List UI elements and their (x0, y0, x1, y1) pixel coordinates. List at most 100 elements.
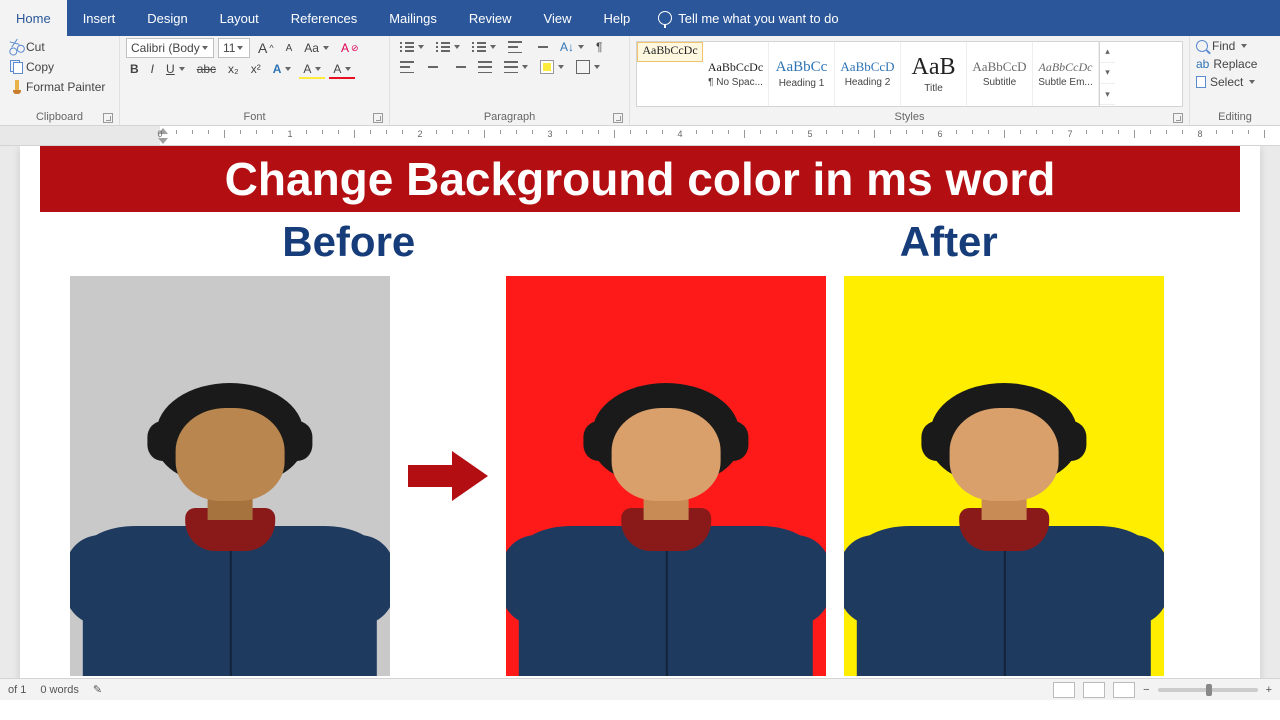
style-normal[interactable]: AaBbCcDc¶ Normal (637, 42, 703, 62)
format-painter-button[interactable]: Format Painter (6, 78, 113, 96)
italic-button[interactable]: I (147, 60, 158, 78)
style-heading1[interactable]: AaBbCcHeading 1 (769, 42, 835, 106)
tab-review[interactable]: Review (453, 0, 528, 36)
change-case-button[interactable]: Aa (300, 39, 333, 57)
font-size-select[interactable]: 11 (218, 38, 250, 58)
font-dialog-launcher[interactable] (373, 113, 383, 123)
cursor-icon (1196, 76, 1206, 88)
tab-home[interactable]: Home (0, 0, 67, 36)
page-indicator[interactable]: of 1 (8, 684, 26, 696)
group-editing: Find abReplace Select Editing (1190, 36, 1280, 125)
borders-button[interactable] (572, 58, 604, 76)
bullets-button[interactable] (396, 39, 428, 55)
increase-indent-button[interactable] (530, 39, 552, 55)
clear-formatting-button[interactable]: A⊘ (337, 39, 363, 57)
paragraph-dialog-launcher[interactable] (613, 113, 623, 123)
word-count[interactable]: 0 words (40, 684, 79, 696)
styles-gallery-scroll[interactable]: ▴▾▾ (1099, 42, 1115, 106)
tab-mailings[interactable]: Mailings (373, 0, 453, 36)
tell-me-search[interactable]: Tell me what you want to do (646, 0, 850, 36)
banner-title: Change Background color in ms word (40, 146, 1240, 212)
arrow-icon (408, 451, 488, 501)
brush-icon (10, 80, 24, 94)
font-color-button[interactable]: A (329, 60, 355, 78)
document-area[interactable]: Change Background color in ms word Befor… (0, 146, 1280, 700)
multilevel-icon (472, 41, 486, 53)
photo-before (70, 276, 390, 676)
clipboard-group-label: Clipboard (6, 109, 113, 125)
clipboard-dialog-launcher[interactable] (103, 113, 113, 123)
border-icon (576, 60, 590, 74)
spellcheck-icon[interactable]: ✎ (93, 683, 102, 696)
tab-references[interactable]: References (275, 0, 373, 36)
line-spacing-button[interactable] (500, 59, 532, 75)
align-left-button[interactable] (396, 59, 418, 75)
shading-icon (540, 60, 554, 74)
show-marks-button[interactable]: ¶ (592, 38, 606, 56)
bold-button[interactable]: B (126, 60, 143, 78)
justify-icon (478, 61, 492, 73)
ribbon: Cut Copy Format Painter Clipboard Calibr… (0, 36, 1280, 126)
group-clipboard: Cut Copy Format Painter Clipboard (0, 36, 120, 125)
outdent-icon (508, 41, 522, 53)
style-title[interactable]: AaBTitle (901, 42, 967, 106)
tell-me-label: Tell me what you want to do (678, 11, 838, 26)
strikethrough-button[interactable]: abc (193, 60, 220, 78)
tab-insert[interactable]: Insert (67, 0, 132, 36)
grow-font-button[interactable]: A^ (254, 38, 278, 58)
align-right-button[interactable] (448, 59, 470, 75)
paragraph-group-label: Paragraph (396, 109, 623, 125)
web-layout-button[interactable] (1113, 682, 1135, 698)
underline-button[interactable]: U (162, 60, 189, 78)
numbering-icon (436, 41, 450, 53)
style-heading2[interactable]: AaBbCcDHeading 2 (835, 42, 901, 106)
spacing-icon (504, 61, 518, 73)
text-effects-button[interactable]: A (269, 60, 296, 78)
highlight-button[interactable]: A (299, 60, 325, 78)
tab-help[interactable]: Help (587, 0, 646, 36)
replace-button[interactable]: abReplace (1196, 56, 1274, 72)
multilevel-button[interactable] (468, 39, 500, 55)
styles-group-label: Styles (636, 109, 1183, 125)
copy-label: Copy (26, 60, 54, 74)
styles-dialog-launcher[interactable] (1173, 113, 1183, 123)
label-before: Before (282, 218, 415, 266)
select-button[interactable]: Select (1196, 74, 1274, 90)
copy-button[interactable]: Copy (6, 58, 113, 76)
justify-button[interactable] (474, 59, 496, 75)
style-subtle-emphasis[interactable]: AaBbCcDcSubtle Em... (1033, 42, 1099, 106)
format-painter-label: Format Painter (26, 80, 105, 94)
read-mode-button[interactable] (1053, 682, 1075, 698)
align-left-icon (400, 61, 414, 73)
find-button[interactable]: Find (1196, 38, 1274, 54)
cut-button[interactable]: Cut (6, 38, 113, 56)
zoom-slider[interactable] (1158, 688, 1258, 692)
group-styles: AaBbCcDc¶ Normal AaBbCcDc¶ No Spac... Aa… (630, 36, 1190, 125)
editing-group-label: Editing (1196, 109, 1274, 125)
tab-layout[interactable]: Layout (204, 0, 275, 36)
zoom-in-button[interactable]: + (1266, 684, 1272, 696)
font-name-select[interactable]: Calibri (Body (126, 38, 214, 58)
styles-gallery: AaBbCcDc¶ Normal AaBbCcDc¶ No Spac... Aa… (636, 41, 1183, 107)
photo-after-red (506, 276, 826, 676)
shrink-font-button[interactable]: A (282, 41, 297, 56)
print-layout-button[interactable] (1083, 682, 1105, 698)
page: Change Background color in ms word Befor… (20, 146, 1260, 700)
shading-button[interactable] (536, 58, 568, 76)
numbering-button[interactable] (432, 39, 464, 55)
style-subtitle[interactable]: AaBbCcDSubtitle (967, 42, 1033, 106)
zoom-out-button[interactable]: − (1143, 684, 1149, 696)
decrease-indent-button[interactable] (504, 39, 526, 55)
superscript-button[interactable]: x² (247, 60, 265, 78)
cut-label: Cut (26, 40, 45, 54)
search-icon (1196, 40, 1208, 52)
sort-button[interactable]: A↓ (556, 38, 588, 56)
group-font: Calibri (Body 11 A^ A Aa A⊘ B I U abc x₂… (120, 36, 390, 125)
tab-view[interactable]: View (528, 0, 588, 36)
style-no-spacing[interactable]: AaBbCcDc¶ No Spac... (703, 42, 769, 106)
tab-design[interactable]: Design (131, 0, 203, 36)
subscript-button[interactable]: x₂ (224, 60, 243, 78)
align-center-button[interactable] (422, 59, 444, 75)
bullets-icon (400, 41, 414, 53)
horizontal-ruler[interactable]: 012345678 (0, 126, 1280, 146)
